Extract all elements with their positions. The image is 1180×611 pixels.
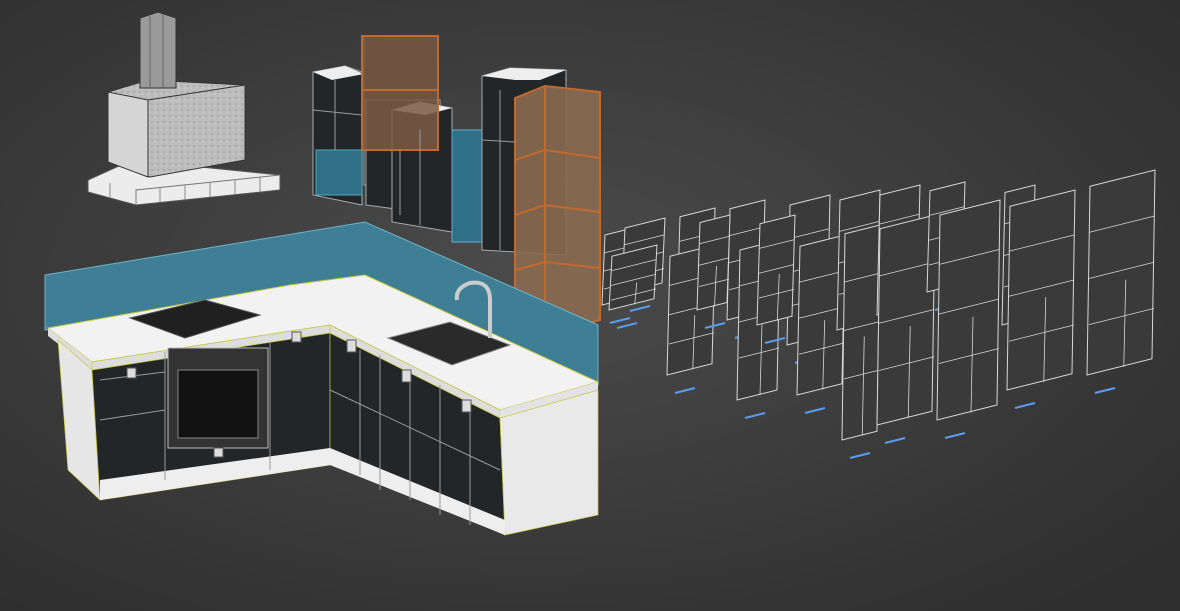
door-panel[interactable] [936, 199, 1001, 439]
door-panel[interactable] [876, 214, 936, 444]
door-panel[interactable] [1006, 189, 1076, 409]
door-panel[interactable] [841, 224, 881, 459]
3d-viewport[interactable] [0, 0, 1180, 611]
door-panel[interactable] [1086, 169, 1156, 394]
kitchen-scene [0, 0, 1180, 611]
